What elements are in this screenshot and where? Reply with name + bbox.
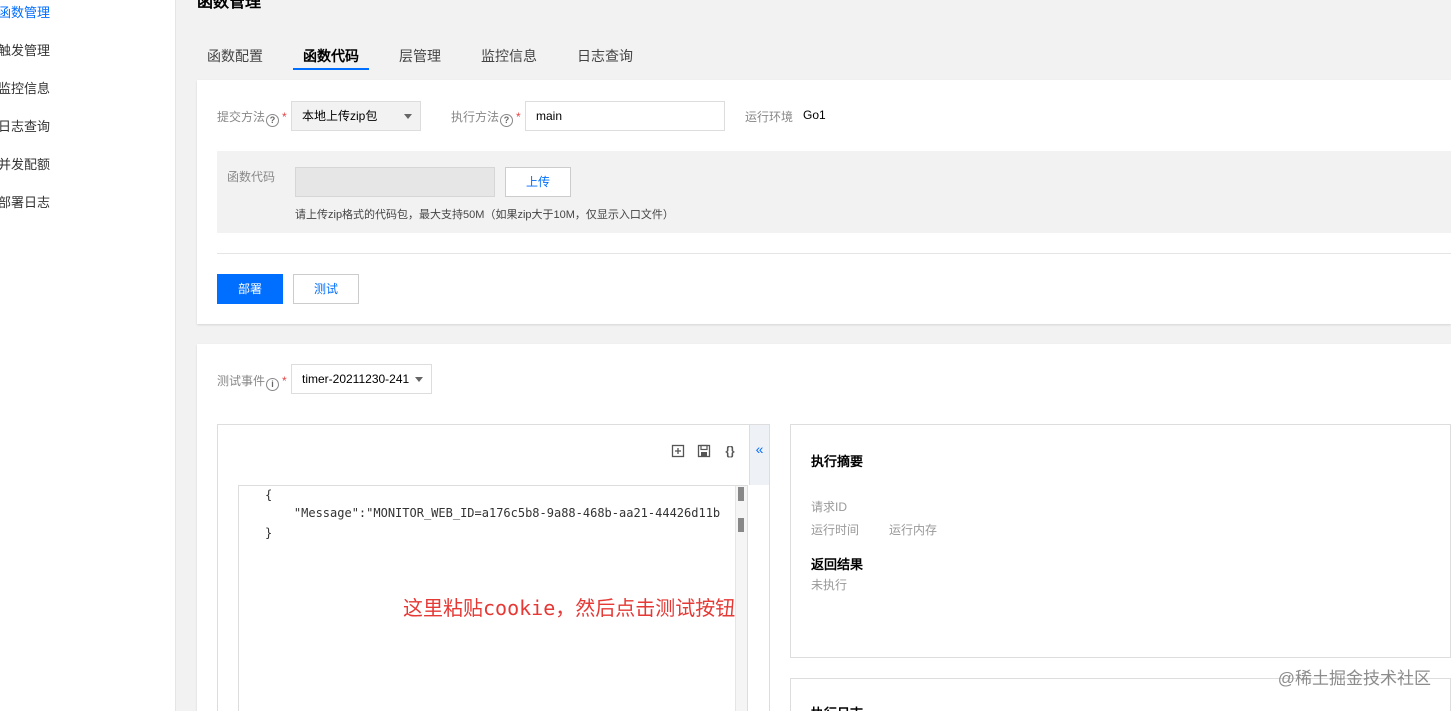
sidebar-item-deploy-log[interactable]: 部署日志 — [0, 192, 50, 211]
test-event-label: 测试事件 i * — [217, 374, 287, 391]
deploy-button[interactable]: 部署 — [217, 274, 283, 304]
result-panel: 执行摘要 请求ID 运行时间 运行内存 返回结果 未执行 — [790, 424, 1451, 658]
test-button[interactable]: 测试 — [293, 274, 359, 304]
upload-file-field[interactable] — [295, 167, 495, 197]
tab-function-config[interactable]: 函数配置 — [207, 46, 263, 66]
sidebar-item-function-manage[interactable]: 函数管理 — [0, 2, 50, 21]
exec-method-label: 执行方法? * — [451, 110, 521, 127]
sidebar-item-log-query[interactable]: 日志查询 — [0, 116, 50, 135]
question-circle-icon[interactable]: ? — [500, 114, 514, 127]
save-icon[interactable] — [697, 444, 711, 458]
sidebar-item-monitor-info[interactable]: 监控信息 — [0, 78, 50, 97]
code-line: "Message":"MONITOR_WEB_ID=a176c5b8-9a88-… — [265, 506, 721, 520]
tab-layer-manage[interactable]: 层管理 — [399, 46, 441, 66]
test-card: 测试事件 i * timer-20211230-241 {} « { "Messag… — [197, 344, 1451, 711]
caret-down-icon — [404, 114, 412, 119]
watermark: @稀土掘金技术社区 — [1277, 669, 1431, 688]
runtime-label: 运行环境 — [745, 110, 794, 124]
active-tab-indicator — [293, 68, 369, 70]
annotation-text: 这里粘贴cookie，然后点击测试按钮 — [403, 596, 736, 620]
upload-button[interactable]: 上传 — [505, 167, 571, 197]
code-config-card: 提交方法? * 本地上传zip包 执行方法? * main 运行环境 Go1 函数代… — [197, 80, 1451, 324]
caret-down-icon — [415, 377, 423, 382]
request-id-label: 请求ID — [811, 500, 848, 514]
sidebar-item-trigger-manage[interactable]: 触发管理 — [0, 40, 50, 59]
main-content: 函数管理 函数配置 函数代码 层管理 监控信息 日志查询 提交方法? * 本地上传… — [177, 0, 1451, 711]
summary-title: 执行摘要 — [811, 454, 864, 469]
run-time-label: 运行时间 — [811, 523, 860, 537]
editor-scrollbar[interactable] — [735, 486, 747, 711]
scrollbar-cap — [738, 518, 744, 532]
return-title: 返回结果 — [811, 557, 864, 572]
function-code-upload-area: 函数代码 上传 请上传zip格式的代码包，最大支持50M（如果zip大于10M，… — [217, 151, 1451, 233]
test-event-editor-panel: {} « { "Message":"MONITOR_WEB_ID=a176c5b… — [217, 424, 770, 711]
collapse-panel-icon[interactable]: « — [749, 425, 769, 485]
log-title: 执行日志 — [811, 703, 863, 711]
divider — [217, 253, 1451, 254]
page-title: 函数管理 — [197, 0, 262, 11]
code-line: } — [265, 526, 273, 540]
sidebar-item-concurrency-quota[interactable]: 并发配额 — [0, 154, 50, 173]
scrollbar-cap — [738, 487, 744, 501]
question-circle-icon[interactable]: ? — [266, 114, 280, 127]
return-value: 未执行 — [811, 578, 848, 592]
runtime-value: Go1 — [803, 108, 826, 122]
info-circle-icon[interactable]: i — [266, 378, 280, 391]
submit-method-label: 提交方法? * — [217, 110, 287, 127]
tab-monitor-info[interactable]: 监控信息 — [481, 46, 537, 66]
upload-hint: 请上传zip格式的代码包，最大支持50M（如果zip大于10M，仅显示入口文件） — [295, 209, 674, 221]
run-memory-label: 运行内存 — [889, 523, 938, 537]
exec-method-input[interactable]: main — [525, 101, 725, 131]
tab-log-query[interactable]: 日志查询 — [577, 46, 633, 66]
code-editor[interactable]: { "Message":"MONITOR_WEB_ID=a176c5b8-9a8… — [238, 485, 748, 711]
function-code-label: 函数代码 — [227, 170, 276, 184]
new-file-icon[interactable] — [671, 444, 685, 458]
format-json-icon[interactable]: {} — [721, 444, 739, 458]
submit-method-select[interactable]: 本地上传zip包 — [291, 101, 421, 131]
sidebar: 函数管理 触发管理 监控信息 日志查询 并发配额 部署日志 — [0, 0, 176, 711]
editor-gutter — [239, 486, 261, 711]
tab-function-code[interactable]: 函数代码 — [303, 46, 359, 66]
test-event-select[interactable]: timer-20211230-241 — [291, 364, 432, 394]
code-line: { — [265, 488, 273, 502]
